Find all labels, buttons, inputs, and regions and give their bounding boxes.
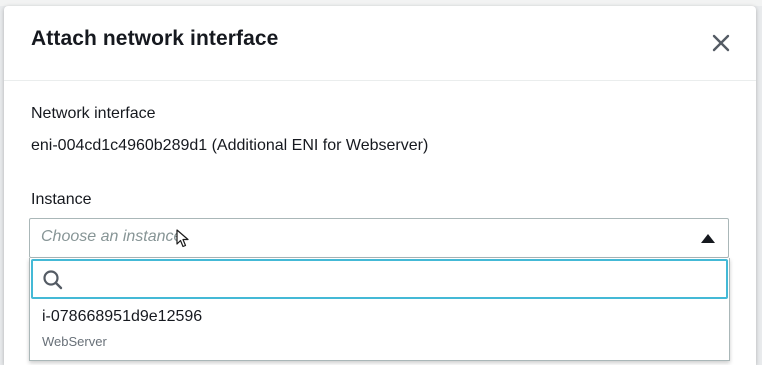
instance-option[interactable]: i-078668951d9e12596 WebServer [30, 302, 729, 358]
instance-select[interactable]: Choose an instance [29, 218, 729, 258]
instance-label: Instance [31, 191, 92, 208]
instance-dropdown: i-078668951d9e12596 WebServer [29, 258, 730, 361]
instance-select-placeholder: Choose an instance [41, 228, 183, 245]
network-interface-value: eni-004cd1c4960b289d1 (Additional ENI fo… [31, 137, 429, 154]
close-icon [712, 34, 730, 52]
modal-header: Attach network interface [4, 6, 756, 81]
mouse-cursor-icon [176, 229, 189, 248]
instance-search-box[interactable] [31, 259, 728, 299]
instance-option-id: i-078668951d9e12596 [42, 308, 203, 325]
instance-option-tag: WebServer [42, 334, 107, 349]
close-button[interactable] [708, 30, 734, 56]
search-icon [43, 270, 63, 290]
caret-up-icon [701, 234, 715, 243]
attach-network-interface-modal: Attach network interface Network interfa… [4, 6, 756, 365]
instance-search-input[interactable] [71, 267, 715, 293]
modal-title: Attach network interface [31, 27, 279, 50]
network-interface-label: Network interface [31, 105, 156, 122]
